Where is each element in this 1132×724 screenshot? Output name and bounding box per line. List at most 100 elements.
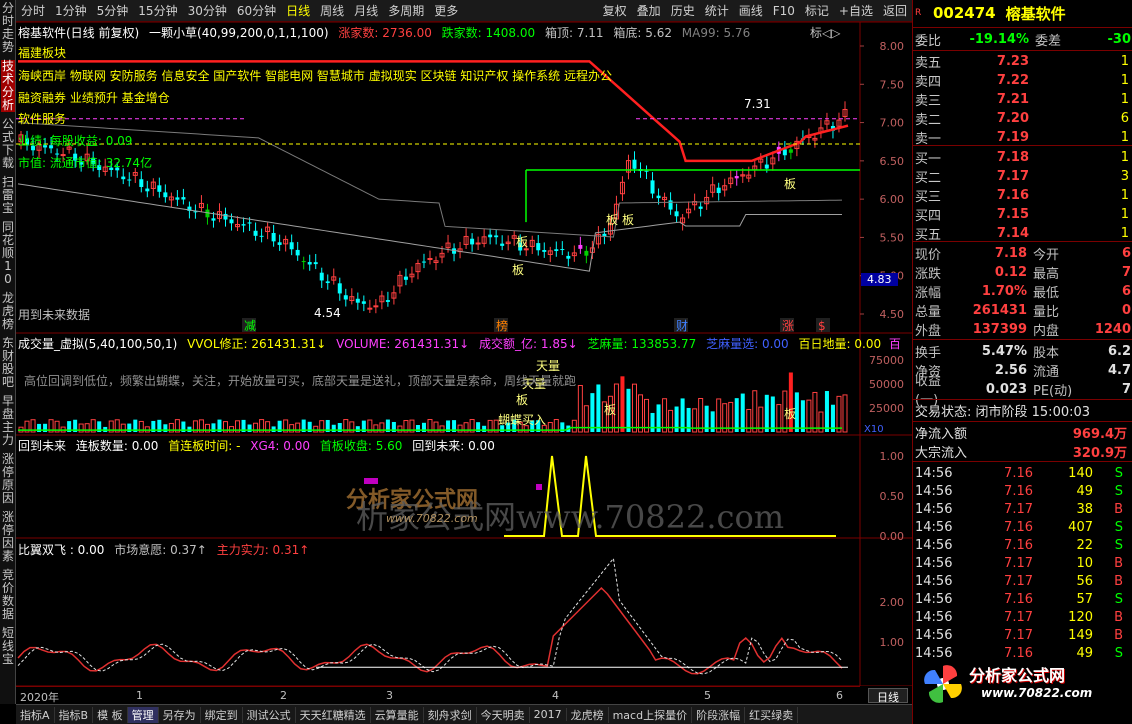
brand-text: 分析家公式网 [969,666,1066,685]
stat-value: 1.70% [981,283,1027,299]
bid-row[interactable]: 买三 7.16 1 [913,186,1132,205]
toolbar-button-8[interactable]: 返回 [878,2,912,19]
weibi-row: 委比 -19.14% 委差 -30 [913,30,1132,49]
period-tab-7[interactable]: 周线 [315,2,349,19]
leftnav-item-1[interactable]: 技术分析 [1,60,15,112]
candle-body [247,222,252,224]
volume-bar [650,412,655,432]
bottom-tab-3[interactable]: 管理 [127,706,159,723]
leftnav-item-9[interactable]: 涨停因素 [1,511,15,563]
ask-row[interactable]: 卖五 7.23 1 [913,52,1132,71]
bottom-tab-1[interactable]: 指标B [55,706,94,723]
bid-row[interactable]: 买二 7.17 3 [913,167,1132,186]
period-tab-0[interactable]: 分时 [16,2,50,19]
toolbar-button-4[interactable]: 画线 [734,2,768,19]
level-volume: 6 [1120,110,1129,126]
bottom-tab-9[interactable]: 刻舟求剑 [424,706,477,723]
weicha-label: 委差 [1035,33,1062,49]
hundred-tag: 百 [888,337,901,351]
candle-body [650,180,655,194]
time-label-0: 2020年 [20,691,59,704]
leftnav-item-11[interactable]: 短线宝 [1,627,15,666]
candle-body [313,262,318,265]
stat-row: 收益(一) 0.023 PE(动) 7 [913,374,1132,408]
leftnav-item-2[interactable]: 公式下载 [1,118,15,170]
bottom-tab-7[interactable]: 天天红糖精选 [296,706,371,723]
leftnav-item-8[interactable]: 涨停原因 [1,453,15,505]
bottom-tab-2[interactable]: 模 板 [93,706,128,723]
leftnav-item-6[interactable]: 东财股吧 [1,337,15,389]
toolbar-button-6[interactable]: 标记 [800,2,834,19]
period-tab-10[interactable]: 更多 [429,2,463,19]
toolbar-button-5[interactable]: F10 [768,4,800,18]
bottom-tab-10[interactable]: 今天明卖 [477,706,530,723]
tick-volume: 10 [1076,555,1093,571]
y-tick-label: 4.50 [880,308,905,321]
bottom-tab-14[interactable]: 阶段涨幅 [692,706,746,723]
candle-body [181,197,186,200]
leftnav-item-10[interactable]: 竞价数据 [1,569,15,621]
ask-row[interactable]: 卖四 7.22 1 [913,71,1132,90]
bottom-tab-4[interactable]: 另存为 [159,706,201,723]
period-tab-8[interactable]: 月线 [349,2,383,19]
tag-close-button[interactable]: 标◁▷ [810,24,840,41]
level-volume: 1 [1120,72,1129,88]
candle-body [644,170,649,172]
candle-body [427,257,433,260]
tick-side: B [1114,627,1123,643]
period-tab-2[interactable]: 5分钟 [92,2,134,19]
chart-canvas[interactable]: 8.007.507.006.506.005.505.004.50板板板板板减榜财… [16,22,912,686]
bottom-tab-11[interactable]: 2017 [530,708,567,721]
ask-row[interactable]: 卖三 7.21 1 [913,90,1132,109]
toolbar-button-1[interactable]: 叠加 [632,2,666,19]
bid-row[interactable]: 买一 7.18 1 [913,148,1132,167]
rise-count: 涨家数: 2736.00 [338,26,432,40]
bottom-tab-15[interactable]: 红买绿卖 [745,706,799,723]
toolbar-button-2[interactable]: 历史 [666,2,700,19]
candle-body [163,192,168,198]
volume-bar [439,425,445,433]
period-tab-5[interactable]: 60分钟 [232,2,281,19]
ask-row[interactable]: 卖二 7.20 6 [913,109,1132,128]
period-tab-3[interactable]: 15分钟 [133,2,182,19]
volume-bar [836,395,842,433]
bottom-tab-6[interactable]: 测试公式 [243,706,296,723]
leftnav-item-4[interactable]: 同花顺10 [1,221,15,286]
chart-area[interactable]: 8.007.507.006.506.005.505.004.50板板板板板减榜财… [16,22,912,686]
level-label: 卖四 [915,74,942,90]
toolbar-button-7[interactable]: +自选 [834,2,878,19]
board-label: 板 [516,235,528,249]
vvol-value: VVOL修正: 261431.31↓ [187,337,327,351]
bid-row[interactable]: 买五 7.14 1 [913,224,1132,243]
period-tab-6[interactable]: 日线 [281,2,315,19]
first-board-time: 首连板时间: - [168,439,241,453]
bottom-tab-12[interactable]: 龙虎榜 [567,706,609,723]
volume-bar [457,424,463,433]
period-tab-4[interactable]: 30分钟 [183,2,232,19]
volume-bar [355,426,360,432]
bottom-tab-0[interactable]: 指标A [16,706,55,723]
toolbar-button-0[interactable]: 复权 [598,2,632,19]
volume-ma-line [18,426,842,431]
candle-body [277,242,282,245]
big-inflow-label: 大宗流入 [915,445,968,461]
period-tab-9[interactable]: 多周期 [383,2,429,19]
net-inflow-value: 969.4万 [1072,426,1127,442]
event-tag: 减 [244,319,256,333]
bottom-tab-13[interactable]: macd上探量价 [609,706,693,723]
toolbar-button-3[interactable]: 统计 [700,2,734,19]
bottom-tab-8[interactable]: 云算量能 [371,706,424,723]
stock-name: 榕基软件 [1005,4,1066,23]
bottom-tab-5[interactable]: 绑定到 [201,706,243,723]
tick-volume: 407 [1068,519,1093,535]
leftnav-item-5[interactable]: 龙虎榜 [1,292,15,331]
leftnav-item-0[interactable]: 分时走势 [1,2,15,54]
y-tick-label: 7.50 [880,78,905,91]
ask-row[interactable]: 卖一 7.19 1 [913,128,1132,147]
period-tab-1[interactable]: 1分钟 [50,2,92,19]
period-select-button[interactable]: 日线 [868,688,908,704]
bid-row[interactable]: 买四 7.15 1 [913,205,1132,224]
leftnav-item-7[interactable]: 早盘主力 [1,395,15,447]
tick-time: 14:56 [915,519,953,535]
leftnav-item-3[interactable]: 扫雷宝 [1,176,15,215]
